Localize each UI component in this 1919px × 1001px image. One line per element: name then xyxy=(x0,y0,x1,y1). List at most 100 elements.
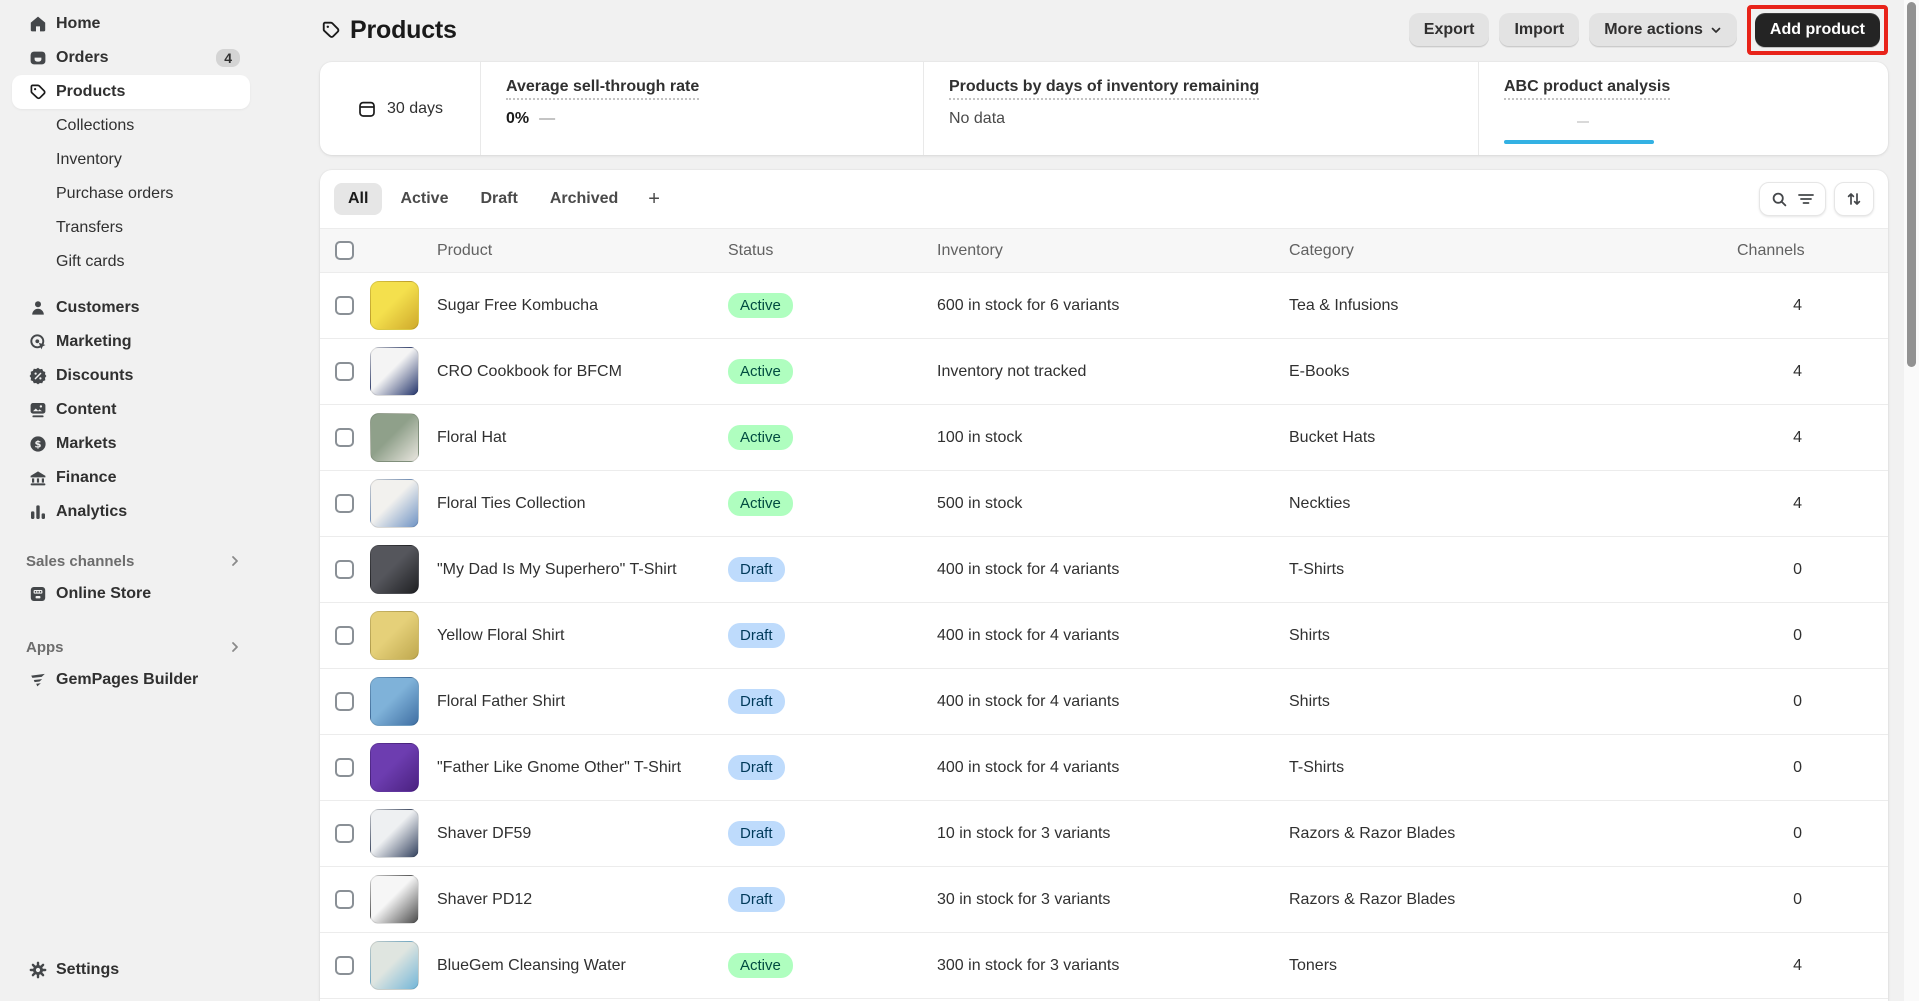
row-checkbox[interactable] xyxy=(335,428,354,447)
product-name-cell[interactable]: Shaver PD12 xyxy=(437,891,728,909)
select-all-checkbox[interactable] xyxy=(335,241,354,260)
table-row[interactable]: Floral Ties Collection Active 500 in sto… xyxy=(320,471,1888,537)
tab-all[interactable]: All xyxy=(334,183,383,215)
product-name-cell[interactable]: "Father Like Gnome Other" T-Shirt xyxy=(437,759,728,777)
table-row[interactable]: "Father Like Gnome Other" T-Shirt Draft … xyxy=(320,735,1888,801)
sidebar-item-purchase-orders[interactable]: Purchase orders xyxy=(12,177,250,211)
sidebar-item-label: Discounts xyxy=(56,367,134,384)
tab-archived[interactable]: Archived xyxy=(536,183,632,215)
row-checkbox[interactable] xyxy=(335,956,354,975)
scrollbar-thumb[interactable] xyxy=(1907,2,1916,367)
row-checkbox[interactable] xyxy=(335,692,354,711)
table-row[interactable]: Yellow Floral Shirt Draft 400 in stock f… xyxy=(320,603,1888,669)
metric-trend-dash: — xyxy=(539,110,556,127)
sidebar-item-online-store[interactable]: Online Store xyxy=(12,577,250,611)
sidebar-item-discounts[interactable]: Discounts xyxy=(12,359,250,393)
channels-cell: 4 xyxy=(1793,428,1802,446)
sidebar-item-finance[interactable]: Finance xyxy=(12,461,250,495)
column-header-product[interactable]: Product xyxy=(437,242,728,260)
sidebar-item-transfers[interactable]: Transfers xyxy=(12,211,250,245)
sidebar-item-orders[interactable]: Orders 4 xyxy=(12,41,250,75)
row-checkbox[interactable] xyxy=(335,494,354,513)
add-view-button[interactable]: + xyxy=(636,183,672,216)
table-row[interactable]: Floral Father Shirt Draft 400 in stock f… xyxy=(320,669,1888,735)
category-cell: T-Shirts xyxy=(1289,560,1345,578)
filter-tabs: All Active Draft Archived + xyxy=(320,170,1888,228)
sidebar-item-markets[interactable]: $ Markets xyxy=(12,427,250,461)
row-checkbox[interactable] xyxy=(335,890,354,909)
metric-value: No data xyxy=(949,110,1006,127)
export-button[interactable]: Export xyxy=(1408,13,1490,47)
column-header-channels[interactable]: Channels xyxy=(1737,242,1805,260)
inventory-cell: 100 in stock xyxy=(937,428,1023,446)
product-name-cell[interactable]: Floral Hat xyxy=(437,429,728,447)
sort-icon xyxy=(1846,191,1862,207)
sidebar-item-settings[interactable]: Settings xyxy=(12,953,250,987)
product-thumbnail xyxy=(370,545,419,594)
product-thumbnail xyxy=(370,611,419,660)
search-icon xyxy=(1771,191,1788,208)
sidebar-item-marketing[interactable]: Marketing xyxy=(12,325,250,359)
sidebar-item-collections[interactable]: Collections xyxy=(12,109,250,143)
sidebar-item-gift-cards[interactable]: Gift cards xyxy=(12,245,250,279)
metric-title[interactable]: ABC product analysis xyxy=(1504,78,1671,100)
row-checkbox[interactable] xyxy=(335,758,354,777)
product-name-cell[interactable]: BlueGem Cleansing Water xyxy=(437,957,728,975)
more-actions-button[interactable]: More actions xyxy=(1589,13,1737,47)
sidebar-item-products[interactable]: Products xyxy=(12,75,250,109)
table-row[interactable]: BlueGem Cleansing Water Active 300 in st… xyxy=(320,933,1888,999)
product-name-cell[interactable]: "My Dad Is My Superhero" T-Shirt xyxy=(437,561,728,579)
table-row[interactable]: "My Dad Is My Superhero" T-Shirt Draft 4… xyxy=(320,537,1888,603)
column-header-category[interactable]: Category xyxy=(1289,242,1737,260)
product-thumbnail-cell xyxy=(370,413,437,462)
date-range-selector[interactable]: 30 days xyxy=(320,62,480,155)
more-actions-label: More actions xyxy=(1604,21,1703,38)
inventory-cell: 400 in stock for 4 variants xyxy=(937,560,1120,578)
sidebar-item-label: Markets xyxy=(56,435,117,452)
sidebar-item-label: Analytics xyxy=(56,503,128,520)
sidebar-item-gempages[interactable]: GemPages Builder xyxy=(12,663,250,697)
tab-active[interactable]: Active xyxy=(386,183,462,215)
sidebar-item-analytics[interactable]: Analytics xyxy=(12,495,250,529)
sidebar-item-content[interactable]: Content xyxy=(12,393,250,427)
table-row[interactable]: Shaver PD12 Draft 30 in stock for 3 vari… xyxy=(320,867,1888,933)
section-label: Sales channels xyxy=(26,552,135,570)
metric-title[interactable]: Products by days of inventory remaining xyxy=(949,78,1260,100)
product-name-cell[interactable]: Floral Ties Collection xyxy=(437,495,728,513)
add-product-button[interactable]: Add product xyxy=(1754,13,1880,47)
sidebar-section-sales-channels[interactable]: Sales channels xyxy=(12,545,250,577)
category-cell: Tea & Infusions xyxy=(1289,296,1399,314)
table-row[interactable]: CRO Cookbook for BFCM Active Inventory n… xyxy=(320,339,1888,405)
gempages-icon xyxy=(28,670,48,690)
product-name-cell[interactable]: Yellow Floral Shirt xyxy=(437,627,728,645)
product-thumbnail xyxy=(370,677,419,726)
search-filter-button[interactable] xyxy=(1759,182,1826,216)
table-row[interactable]: Sugar Free Kombucha Active 600 in stock … xyxy=(320,273,1888,339)
row-checkbox[interactable] xyxy=(335,626,354,645)
row-checkbox[interactable] xyxy=(335,824,354,843)
column-header-inventory[interactable]: Inventory xyxy=(937,242,1289,260)
product-name-cell[interactable]: Floral Father Shirt xyxy=(437,693,728,711)
table-row[interactable]: Shaver DF59 Draft 10 in stock for 3 vari… xyxy=(320,801,1888,867)
sidebar-item-home[interactable]: Home xyxy=(12,7,250,41)
tab-draft[interactable]: Draft xyxy=(466,183,531,215)
row-checkbox[interactable] xyxy=(335,296,354,315)
column-header-status[interactable]: Status xyxy=(728,242,937,260)
channels-cell: 0 xyxy=(1793,560,1802,578)
product-name-cell[interactable]: Shaver DF59 xyxy=(437,825,728,843)
row-checkbox[interactable] xyxy=(335,362,354,381)
sidebar-section-apps[interactable]: Apps xyxy=(12,631,250,663)
table-row[interactable]: Floral Hat Active 100 in stock Bucket Ha… xyxy=(320,405,1888,471)
discounts-icon xyxy=(28,366,48,386)
import-button[interactable]: Import xyxy=(1499,13,1580,47)
sidebar-item-customers[interactable]: Customers xyxy=(12,291,250,325)
content-icon xyxy=(28,400,48,420)
metric-title[interactable]: Average sell-through rate xyxy=(506,78,700,100)
product-name-cell[interactable]: Sugar Free Kombucha xyxy=(437,297,728,315)
inventory-cell: 400 in stock for 4 variants xyxy=(937,758,1120,776)
sort-button[interactable] xyxy=(1834,182,1874,216)
row-checkbox[interactable] xyxy=(335,560,354,579)
sidebar-item-label: GemPages Builder xyxy=(56,671,199,688)
sidebar-item-inventory[interactable]: Inventory xyxy=(12,143,250,177)
product-name-cell[interactable]: CRO Cookbook for BFCM xyxy=(437,363,728,381)
